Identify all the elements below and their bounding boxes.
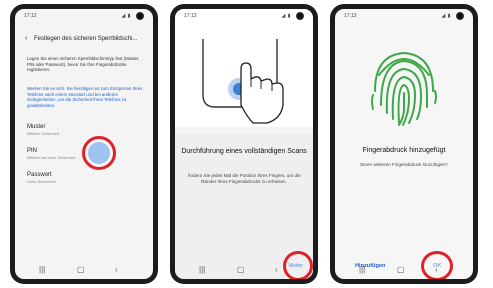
status-time: 17:13 <box>184 13 197 19</box>
option-label: Muster <box>27 124 46 130</box>
intro-text: Legen Sie einen sicheren Sperrbildschirm… <box>27 56 140 73</box>
camera-punch-hole <box>296 12 304 20</box>
phone-fingerprint-added: 17:13 ◢ ▮ Fingerabdruck hinzugefügt Eine… <box>330 4 478 284</box>
option-sub: Hohe Sicherheit <box>27 179 56 184</box>
screen: 17:13 ◢ ▮ Durchführung eines vollständig… <box>175 9 313 279</box>
home-icon[interactable]: ▢ <box>237 265 245 274</box>
recents-icon[interactable]: ||| <box>199 265 205 274</box>
option-sub: Mittlere Sicherheit <box>27 131 60 136</box>
status-bar: 17:13 ◢ ▮ <box>175 9 313 23</box>
nav-bar: ||| ▢ ‹ <box>175 263 313 279</box>
scan-illustration-area <box>175 9 313 127</box>
camera-punch-hole <box>136 12 144 20</box>
status-icons: ◢ ▮ <box>441 13 451 19</box>
status-time: 17:13 <box>344 13 357 19</box>
camera-punch-hole <box>456 12 464 20</box>
back-icon[interactable]: ‹ <box>115 265 118 274</box>
option-label: Passwort <box>27 172 52 178</box>
status-bar: 17:13 ◢ ▮ <box>335 9 473 23</box>
option-passwort[interactable]: Passwort Hohe Sicherheit <box>27 172 137 184</box>
added-description: Einen weiteren Fingerabdruck hinzufügen? <box>360 162 448 167</box>
screen: 17:12 ◢ ▮ ‹ Festlegen des sicheren Sperr… <box>15 9 153 279</box>
added-title: Fingerabdruck hinzugefügt <box>362 147 446 154</box>
status-bar: 17:12 ◢ ▮ <box>15 9 153 23</box>
home-icon[interactable]: ▢ <box>77 265 85 274</box>
phone-lockscreen-setup: 17:12 ◢ ▮ ‹ Festlegen des sicheren Sperr… <box>10 4 158 284</box>
fingerprint-icon <box>371 51 437 126</box>
finger-on-phone-illustration <box>202 39 284 124</box>
memo-text: Merken Sie es sich. Sie benötigen es zum… <box>27 86 143 108</box>
status-icons: ◢ ▮ <box>121 13 131 19</box>
phone-fingerprint-scan: 17:13 ◢ ▮ Durchführung eines vollständig… <box>170 4 318 284</box>
screen: 17:13 ◢ ▮ Fingerabdruck hinzugefügt Eine… <box>335 9 473 279</box>
option-muster[interactable]: Muster Mittlere Sicherheit <box>27 124 137 136</box>
red-circle-marker <box>82 136 116 170</box>
status-icons: ◢ ▮ <box>281 13 291 19</box>
scan-title: Durchführung eines vollständigen Scans <box>181 148 307 155</box>
nav-bar: ||| ▢ ‹ <box>335 263 473 279</box>
status-time: 17:12 <box>24 13 37 19</box>
back-icon[interactable]: ‹ <box>435 265 438 274</box>
home-icon[interactable]: ▢ <box>397 265 405 274</box>
nav-bar: ||| ▢ ‹ <box>15 263 153 279</box>
back-arrow-icon[interactable]: ‹ <box>25 35 27 42</box>
recents-icon[interactable]: ||| <box>359 265 365 274</box>
scan-description: Ändern Sie jedes Mal die Position Ihres … <box>187 173 301 184</box>
back-icon[interactable]: ‹ <box>275 265 278 274</box>
page-header: ‹ Festlegen des sicheren Sperrbildschi..… <box>25 35 137 42</box>
page-title: Festlegen des sicheren Sperrbildschi... <box>34 36 138 42</box>
recents-icon[interactable]: ||| <box>39 265 45 274</box>
